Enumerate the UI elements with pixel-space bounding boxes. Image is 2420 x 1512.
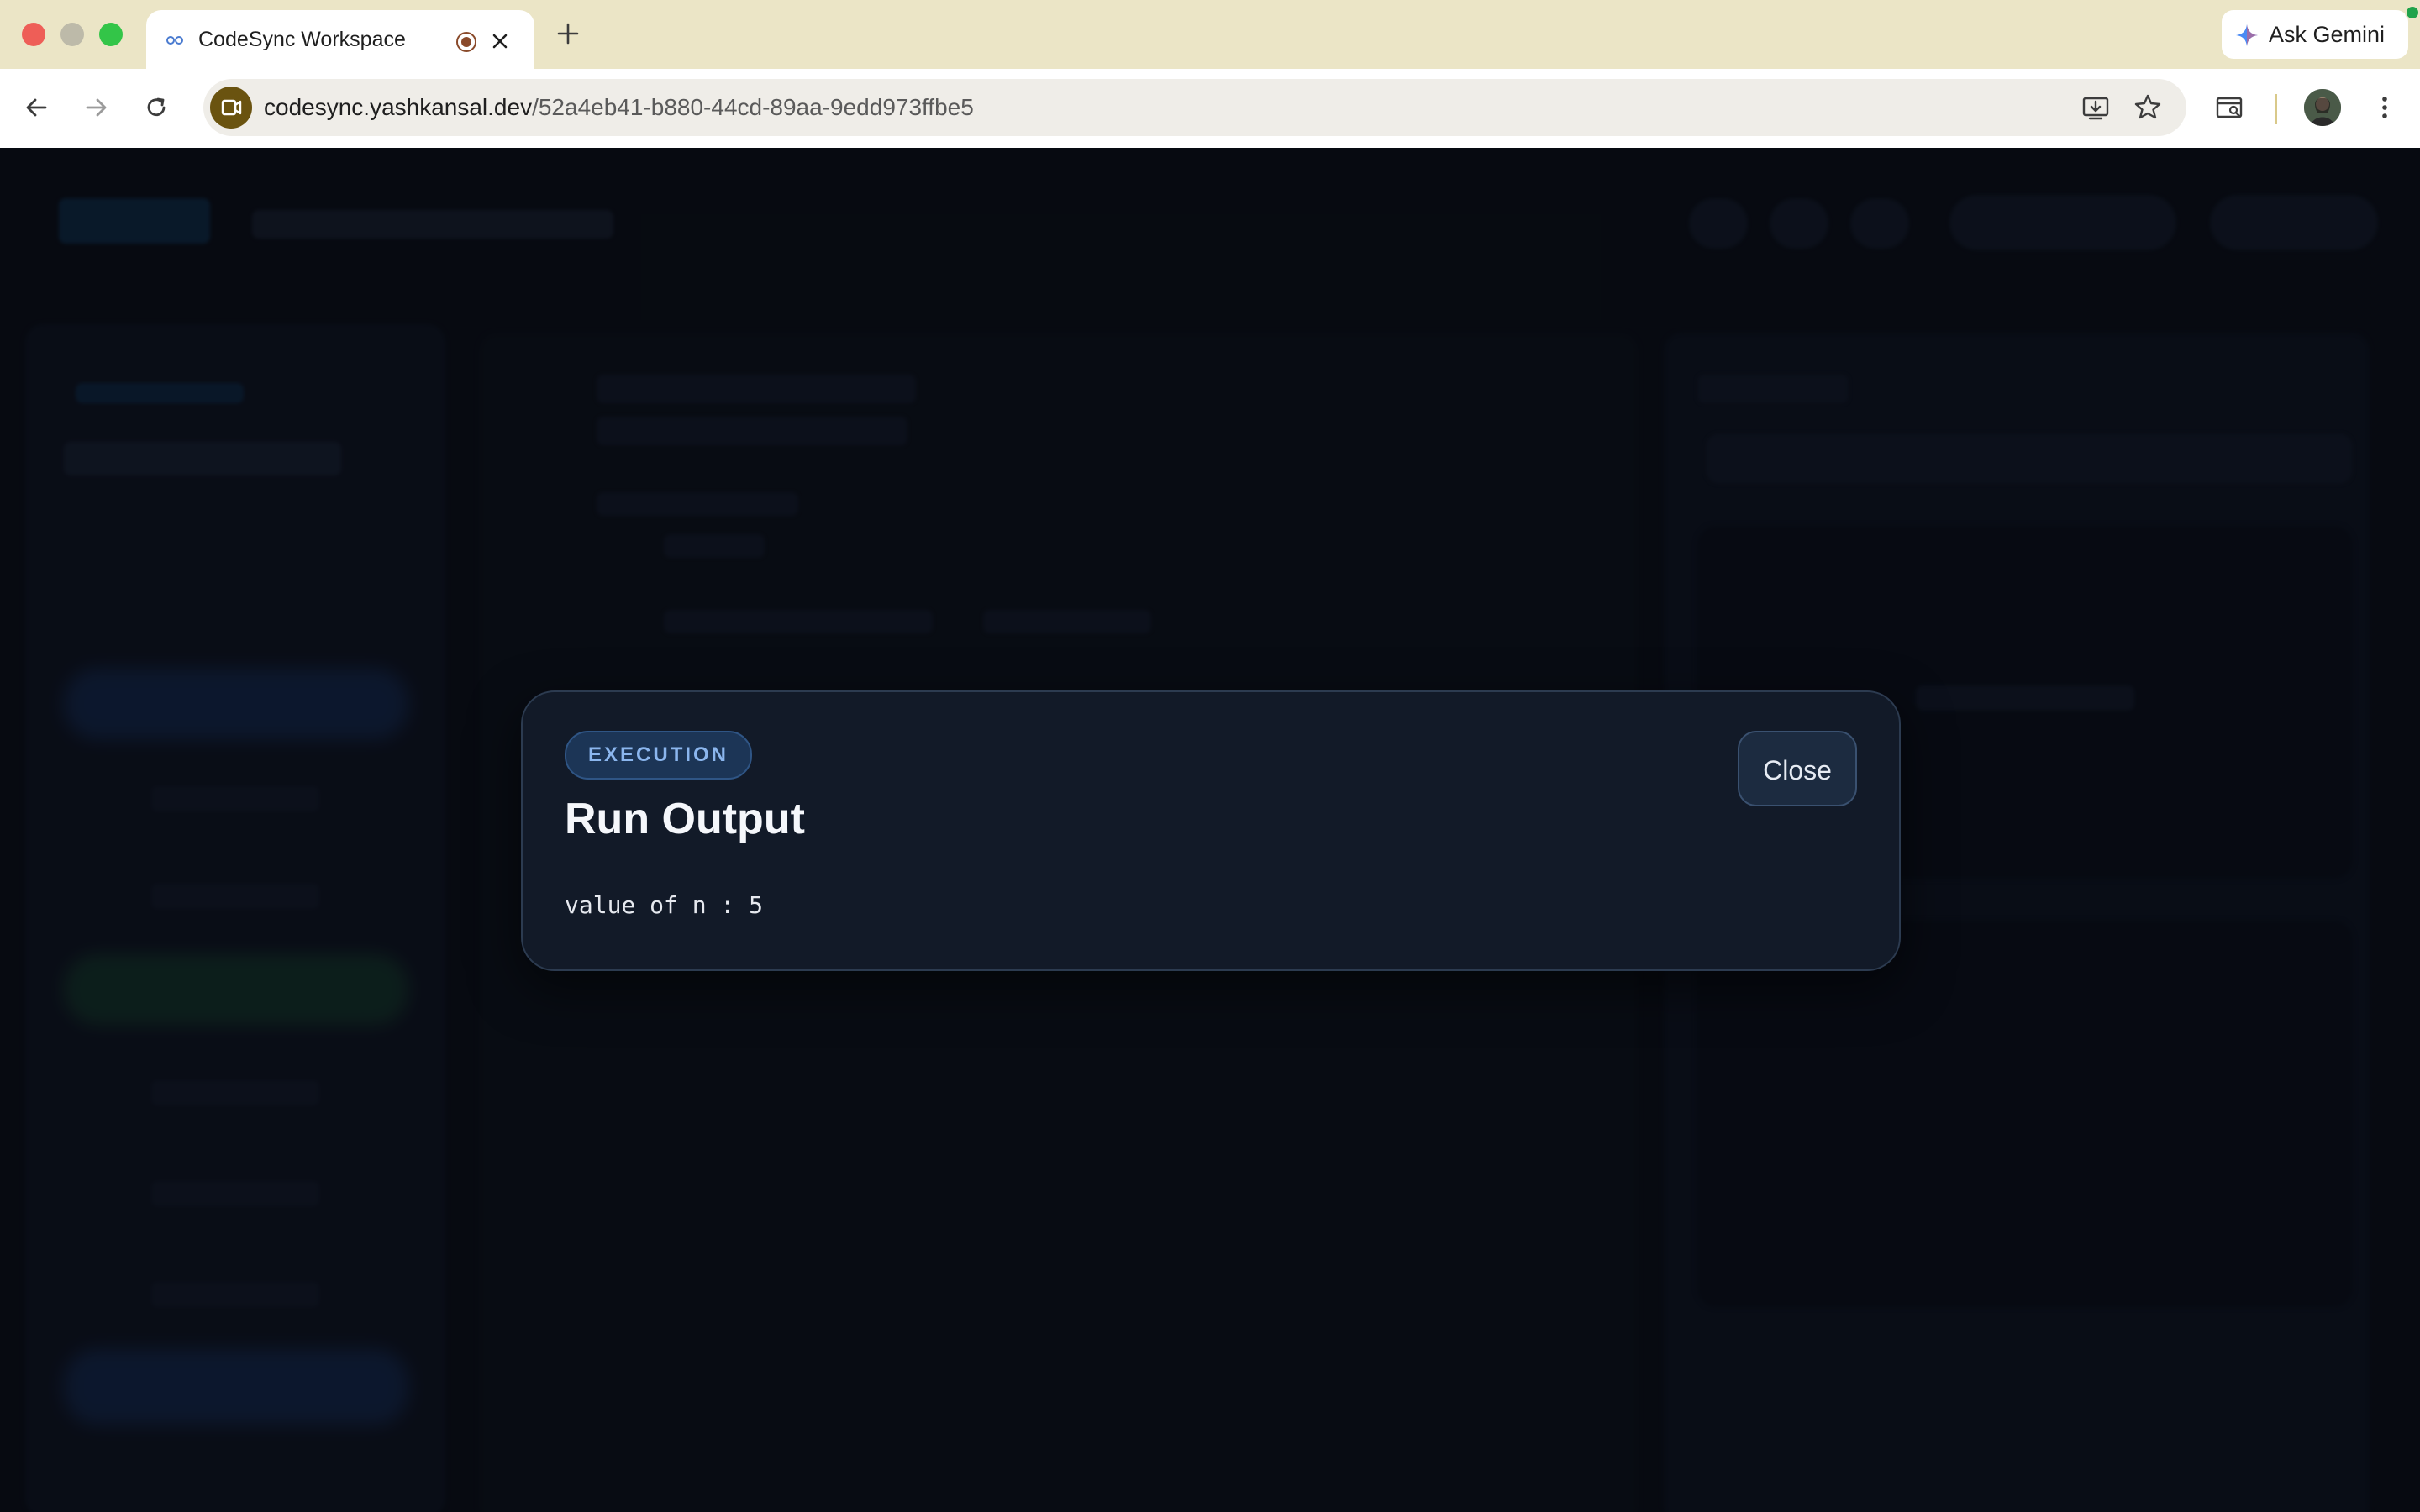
recording-icon — [456, 32, 476, 52]
tab-codesync[interactable]: CodeSync Workspace — [146, 10, 534, 69]
profile-picture-icon — [2304, 89, 2341, 126]
close-button[interactable]: Close — [1738, 731, 1857, 806]
bookmark-star-icon[interactable] — [2133, 92, 2163, 123]
execution-badge: EXECUTION — [565, 731, 753, 780]
url-text: codesync.yashkansal.dev/52a4eb41-b880-44… — [264, 92, 974, 123]
browser-toolbar: codesync.yashkansal.dev/52a4eb41-b880-44… — [0, 69, 2420, 149]
codesync-favicon-icon — [166, 36, 183, 45]
close-tab-icon[interactable] — [487, 29, 513, 54]
site-info-icon[interactable] — [210, 87, 252, 129]
run-output-text: value of n : 5 — [565, 891, 764, 919]
maximize-window-button[interactable] — [99, 23, 123, 46]
url-host: codesync.yashkansal.dev — [264, 94, 533, 120]
tab-bar: CodeSync Workspace Ask Gemini — [0, 0, 2420, 69]
url-path: /52a4eb41-b880-44cd-89aa-9edd973ffbe5 — [532, 94, 974, 120]
run-output-modal: EXECUTION Run Output value of n : 5 Clos… — [521, 690, 1901, 971]
tab-search-icon[interactable] — [2215, 92, 2245, 123]
profile-avatar[interactable] — [2304, 89, 2341, 126]
video-camera-icon — [221, 99, 242, 116]
toolbar-divider — [2275, 94, 2277, 124]
gemini-sparkle-icon — [2236, 24, 2258, 46]
notification-dot — [2405, 5, 2420, 20]
modal-title: Run Output — [565, 795, 805, 843]
new-tab-icon[interactable] — [555, 20, 581, 47]
forward-icon[interactable] — [81, 92, 111, 123]
minimize-window-button[interactable] — [60, 23, 84, 46]
install-app-icon[interactable] — [2081, 92, 2111, 123]
ask-gemini-label: Ask Gemini — [2269, 22, 2386, 47]
close-window-button[interactable] — [22, 23, 45, 46]
address-bar[interactable]: codesync.yashkansal.dev/52a4eb41-b880-44… — [203, 79, 2186, 136]
reload-icon[interactable] — [141, 92, 171, 123]
back-icon[interactable] — [22, 92, 52, 123]
tab-title: CodeSync Workspace — [198, 28, 406, 51]
more-menu-icon[interactable] — [2370, 92, 2400, 123]
ask-gemini-button[interactable]: Ask Gemini — [2222, 10, 2408, 59]
